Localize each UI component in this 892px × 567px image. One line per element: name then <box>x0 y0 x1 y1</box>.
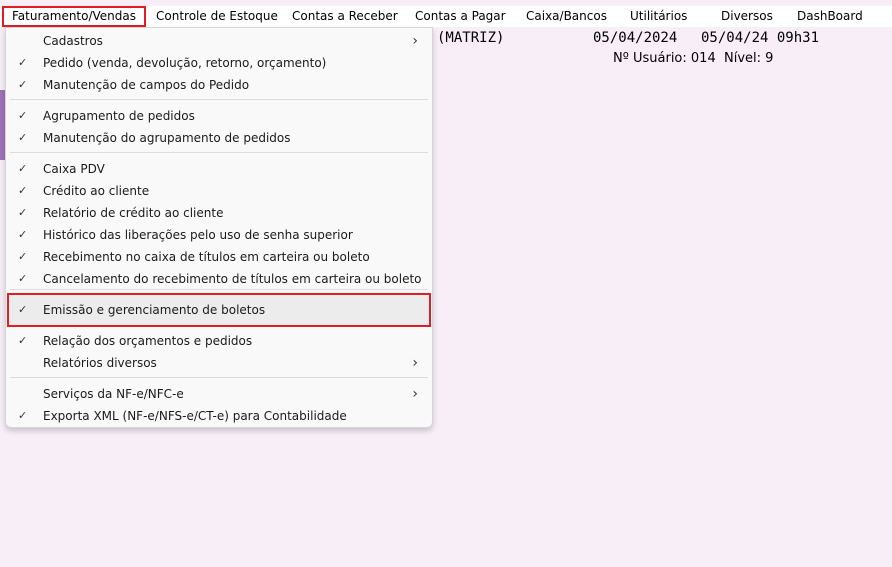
menu-item-label: Crédito ao cliente <box>43 184 150 198</box>
menu-item-label: Relatórios diversos <box>43 356 157 370</box>
user-number: Nº Usuário: 014 <box>613 51 716 66</box>
menu-diversos[interactable]: Diversos <box>721 6 773 27</box>
menu-item-manutencao-agrupamento[interactable]: ✓ Manutenção do agrupamento de pedidos <box>10 127 428 149</box>
menu-contas-pagar[interactable]: Contas a Pagar <box>415 6 506 27</box>
faturamento-dropdown-menu: Cadastros › ✓ Pedido (venda, devolução, ret… <box>5 27 433 428</box>
menu-item-manutencao-campos-pedido[interactable]: ✓ Manutenção de campos do Pedido <box>10 74 428 96</box>
menu-item-agrupamento-pedidos[interactable]: ✓ Agrupamento de pedidos <box>10 105 428 127</box>
menu-controle-estoque[interactable]: Controle de Estoque <box>156 6 278 27</box>
menu-item-credito-cliente[interactable]: ✓ Crédito ao cliente <box>10 180 428 202</box>
menu-item-historico-liberacoes[interactable]: ✓ Histórico das liberações pelo uso de se… <box>10 224 428 246</box>
menu-item-label: Manutenção de campos do Pedido <box>43 78 250 92</box>
menu-item-label: Emissão e gerenciamento de boletos <box>43 303 266 317</box>
check-icon: ✓ <box>18 272 28 285</box>
menu-item-cadastros[interactable]: Cadastros › <box>10 30 428 52</box>
check-icon: ✓ <box>18 131 28 144</box>
check-icon: ✓ <box>18 228 28 241</box>
check-icon: ✓ <box>18 109 28 122</box>
check-icon: ✓ <box>18 303 28 316</box>
menu-bar: Faturamento/Vendas Controle de Estoque C… <box>0 6 892 27</box>
chevron-right-icon: › <box>412 33 418 49</box>
menu-item-label: Agrupamento de pedidos <box>43 109 195 123</box>
check-icon: ✓ <box>18 409 28 422</box>
menu-faturamento-vendas[interactable]: Faturamento/Vendas <box>2 6 147 27</box>
company-label: (MATRIZ) <box>437 30 505 46</box>
menu-item-label: Cadastros <box>43 34 103 48</box>
menu-item-relacao-orcamentos[interactable]: ✓ Relação dos orçamentos e pedidos <box>10 330 428 352</box>
menu-item-recebimento-caixa[interactable]: ✓ Recebimento no caixa de títulos em cart… <box>10 246 428 268</box>
menu-item-relatorio-credito[interactable]: ✓ Relatório de crédito ao cliente <box>10 202 428 224</box>
check-icon: ✓ <box>18 206 28 219</box>
menu-item-cancelamento-recebimento[interactable]: ✓ Cancelamento do recebimento de títulos … <box>10 268 428 290</box>
menu-item-label: Recebimento no caixa de títulos em carte… <box>43 250 370 264</box>
menu-item-label: Cancelamento do recebimento de títulos e… <box>43 272 422 286</box>
menu-item-relatorios-diversos[interactable]: Relatórios diversos › <box>10 352 428 374</box>
check-icon: ✓ <box>18 334 28 347</box>
menu-item-caixa-pdv[interactable]: ✓ Caixa PDV <box>10 158 428 180</box>
menu-caixa-bancos[interactable]: Caixa/Bancos <box>526 6 607 27</box>
menu-dashboard[interactable]: DashBoard <box>797 6 863 27</box>
menu-contas-receber[interactable]: Contas a Receber <box>292 6 398 27</box>
chevron-right-icon: › <box>412 386 418 402</box>
menu-item-label: Relação dos orçamentos e pedidos <box>43 334 253 348</box>
menu-item-servicos-nfe[interactable]: Serviços da NF-e/NFC-e › <box>10 383 428 405</box>
menu-item-label: Relatório de crédito ao cliente <box>43 206 224 220</box>
menu-item-label: Caixa PDV <box>43 162 105 176</box>
menu-item-label: Pedido (venda, devolução, retorno, orçam… <box>43 56 327 70</box>
menu-utilitarios[interactable]: Utilitários <box>630 6 687 27</box>
check-icon: ✓ <box>18 250 28 263</box>
menu-item-label: Histórico das liberações pelo uso de sen… <box>43 228 353 242</box>
menu-separator <box>10 99 428 100</box>
chevron-right-icon: › <box>412 355 418 371</box>
check-icon: ✓ <box>18 78 28 91</box>
check-icon: ✓ <box>18 184 28 197</box>
current-date: 05/04/2024 <box>593 30 678 46</box>
menu-separator <box>10 152 428 153</box>
menu-item-label: Serviços da NF-e/NFC-e <box>43 387 184 401</box>
current-datetime: 05/04/24 09h31 <box>701 30 820 46</box>
user-level: Nível: 9 <box>724 51 774 66</box>
menu-item-label: Exporta XML (NF-e/NFS-e/CT-e) para Conta… <box>43 409 347 423</box>
check-icon: ✓ <box>18 56 28 69</box>
check-icon: ✓ <box>18 162 28 175</box>
menu-item-exporta-xml[interactable]: ✓ Exporta XML (NF-e/NFS-e/CT-e) para Cont… <box>10 405 428 427</box>
menu-item-label: Manutenção do agrupamento de pedidos <box>43 131 291 145</box>
menu-separator <box>10 377 428 378</box>
menu-item-emissao-boletos[interactable]: ✓ Emissão e gerenciamento de boletos <box>7 293 431 327</box>
menu-item-pedido[interactable]: ✓ Pedido (venda, devolução, retorno, orça… <box>10 52 428 74</box>
